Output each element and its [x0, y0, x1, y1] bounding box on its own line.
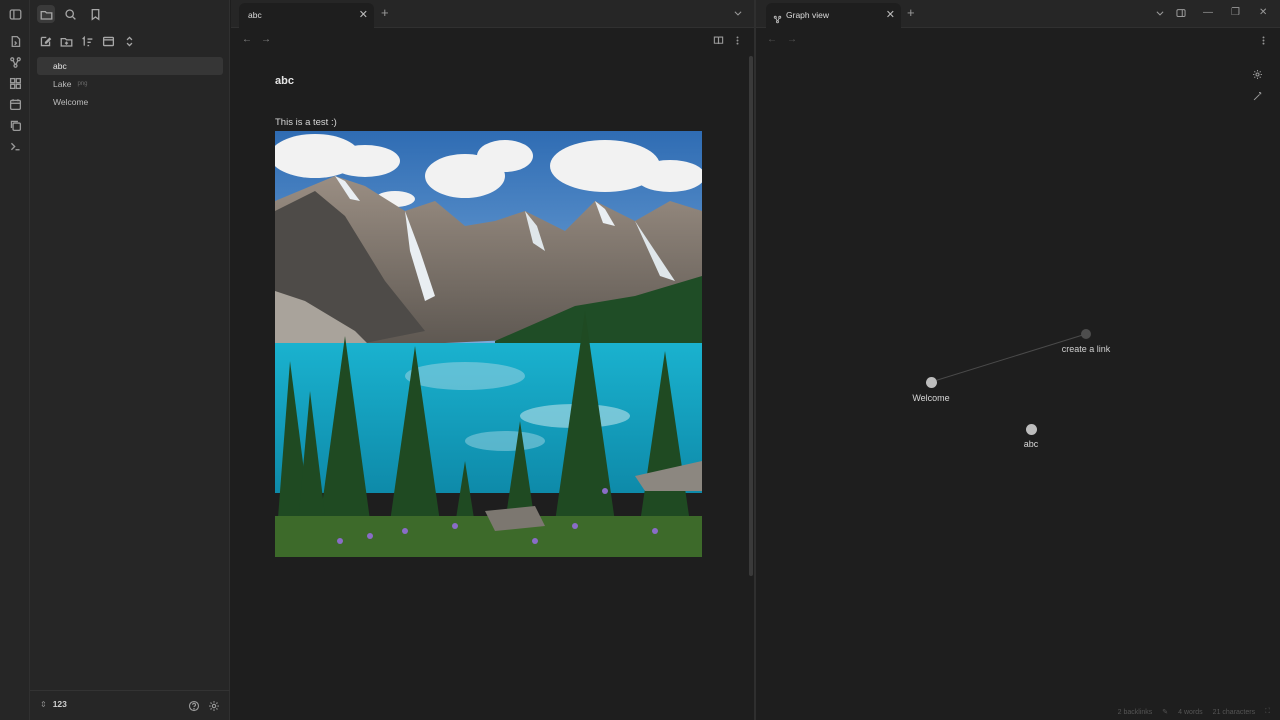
sort-icon[interactable] [78, 32, 96, 50]
new-tab-icon[interactable]: + [381, 6, 389, 20]
file-item-label: Welcome [53, 97, 89, 107]
file-item-welcome[interactable]: Welcome [37, 93, 223, 111]
sidebar-tab-header [30, 0, 230, 27]
help-icon[interactable] [187, 699, 201, 713]
sync-icon[interactable]: ⛶ [1265, 708, 1270, 716]
terminal-icon[interactable] [7, 138, 23, 154]
graph-node-abc[interactable] [1026, 424, 1037, 435]
graph-node-label: abc [1023, 439, 1039, 449]
status-bar: 2 backlinks ✎ 4 words 21 characters ⛶ [1118, 708, 1270, 716]
graph-edges [930, 333, 1087, 383]
auto-reveal-icon[interactable] [99, 32, 117, 50]
tab-abc[interactable]: abc ✕ [239, 3, 374, 28]
edit-icon[interactable]: ✎ [1162, 708, 1168, 716]
file-tree: abc Lake png Welcome [37, 57, 223, 111]
new-folder-icon[interactable] [57, 32, 75, 50]
file-item-lake[interactable]: Lake png [37, 75, 223, 93]
new-note-icon[interactable] [36, 32, 54, 50]
forward-arrow-icon[interactable]: → [261, 34, 271, 45]
graph-node-label: Welcome [912, 393, 950, 403]
folder-icon[interactable] [37, 5, 55, 23]
vault-bar: ⇕ 123 [30, 690, 230, 720]
app-window: abc Lake png Welcome ⇕ 123 abc ✕ + ← → a… [0, 0, 1280, 720]
tab-label: abc [248, 10, 262, 20]
sidebar-toggle-icon[interactable] [7, 6, 23, 22]
close-icon[interactable]: ✕ [359, 8, 368, 22]
graph-view-icon[interactable] [7, 54, 23, 70]
bookmark-icon[interactable] [86, 5, 104, 23]
lake-image [275, 131, 702, 557]
file-item-label: Lake [53, 79, 72, 89]
search-icon[interactable] [61, 5, 79, 23]
back-arrow-icon[interactable]: ← [242, 34, 252, 45]
note-title: abc [275, 75, 294, 87]
graph-edge [930, 333, 1087, 383]
file-item-label: abc [53, 61, 67, 71]
character-count: 21 characters [1212, 708, 1256, 716]
chevron-down-icon[interactable] [731, 6, 745, 20]
ribbon [0, 0, 30, 720]
backlinks-count[interactable]: 2 backlinks [1118, 709, 1153, 716]
word-count: 4 words [1178, 708, 1203, 716]
note-body-text: This is a test :) [275, 117, 337, 128]
graph-node-welcome[interactable] [926, 377, 937, 388]
more-options-icon[interactable] [730, 33, 744, 47]
file-item-abc[interactable]: abc [37, 57, 223, 75]
chevron-updown-icon: ⇕ [40, 699, 47, 709]
view-header: ← → [231, 28, 754, 52]
open-quick-switcher-icon[interactable] [7, 33, 23, 49]
vault-name: 123 [52, 699, 67, 709]
calendar-icon[interactable] [7, 96, 23, 112]
graph-node-create-link[interactable] [1081, 329, 1091, 339]
file-explorer-sidebar: abc Lake png Welcome ⇕ 123 [30, 0, 230, 720]
graph-pane: Graph view ✕ + — ❐ ✕ ← → create a link W… [756, 0, 1280, 720]
book-icon[interactable] [711, 33, 725, 47]
editor-scrollbar[interactable] [749, 56, 753, 576]
canvas-icon[interactable] [7, 75, 23, 91]
editor-tab-bar: abc ✕ + [231, 0, 754, 28]
graph-node-label: create a link [1061, 344, 1111, 354]
expand-collapse-icon[interactable] [120, 32, 138, 50]
settings-icon[interactable] [207, 699, 221, 713]
file-explorer-actions [30, 31, 230, 51]
editor-pane: abc ✕ + ← → abc This is a test :) [231, 0, 754, 720]
vault-switcher[interactable]: ⇕ 123 [40, 699, 67, 709]
file-extension-badge: png [77, 81, 88, 87]
copy-icon[interactable] [7, 117, 23, 133]
